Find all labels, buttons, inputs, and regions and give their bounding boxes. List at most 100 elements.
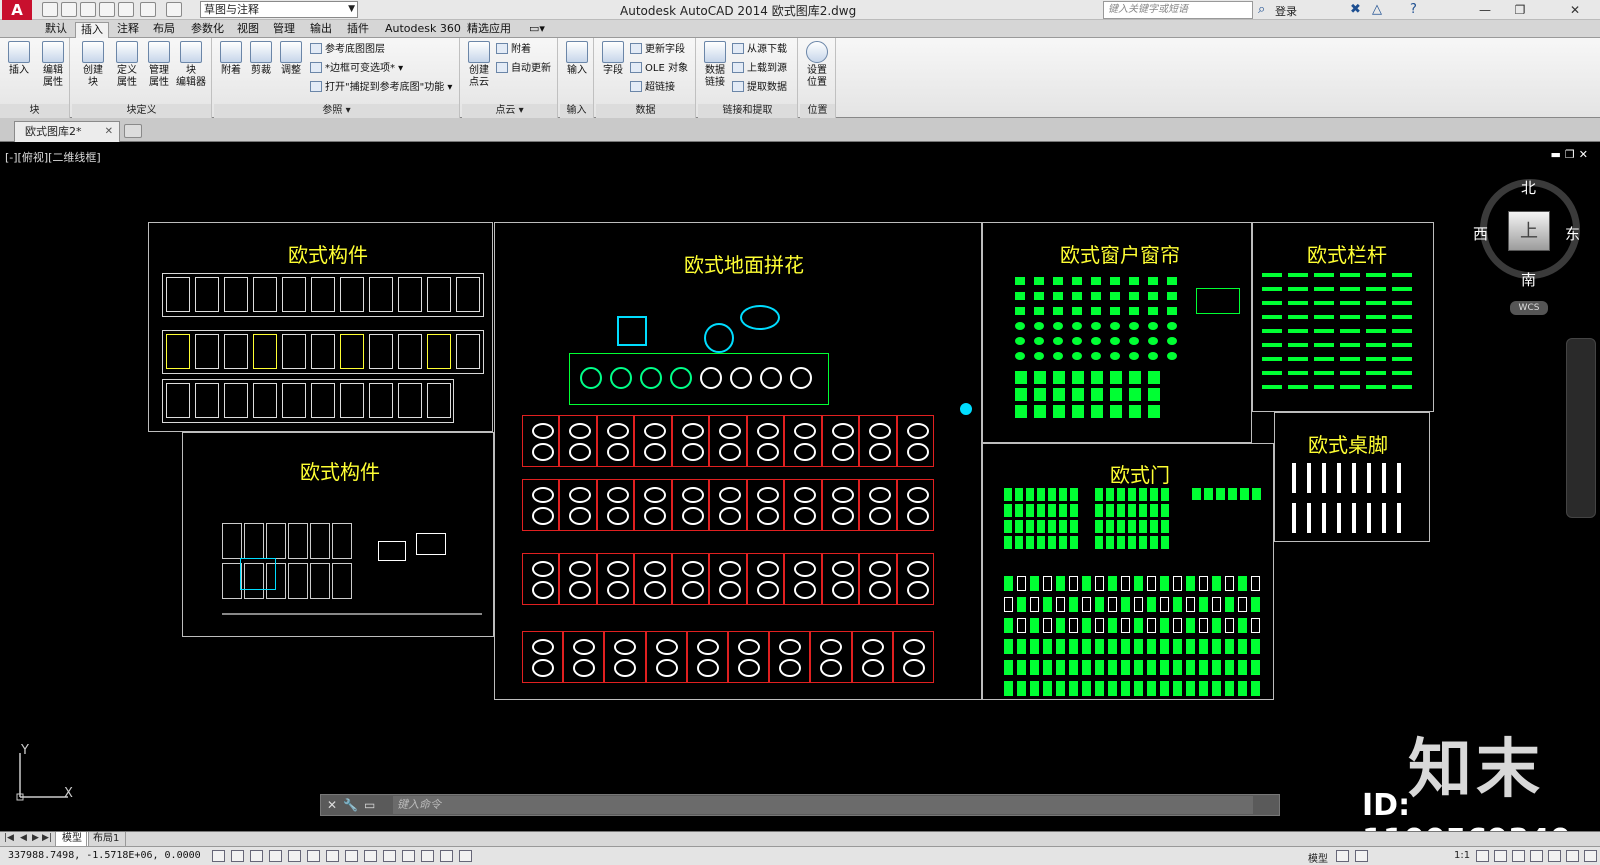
underlay-layers-button[interactable]: 参考底图图层: [310, 42, 385, 57]
transparency-icon[interactable]: [421, 850, 434, 862]
compass-east[interactable]: 东: [1565, 223, 1580, 244]
annotation-scale[interactable]: 1:1: [1454, 850, 1470, 861]
command-line-tools[interactable]: ✕🔧▭: [327, 798, 381, 812]
tab-manage[interactable]: 管理: [268, 22, 300, 38]
hyperlink-button[interactable]: 超链接: [630, 80, 675, 95]
next-tab-icon[interactable]: ▶: [32, 833, 39, 843]
lineweight-icon[interactable]: [402, 850, 415, 862]
command-line[interactable]: ✕🔧▭ 键入命令: [320, 794, 1280, 816]
annotation-visibility-icon[interactable]: [1512, 850, 1525, 862]
group-block-definition-title[interactable]: 块定义: [72, 104, 211, 118]
help-icon[interactable]: ?: [1410, 2, 1417, 17]
import-button[interactable]: 输入: [562, 41, 592, 77]
tab-view[interactable]: 视图: [232, 22, 264, 38]
define-attribute-button[interactable]: 定义 属性: [112, 41, 142, 89]
drawing-canvas[interactable]: [-][俯视][二维线框] ▬❐✕ 欧式构件 欧式构件 欧式地面拼花 欧式窗户窗…: [0, 143, 1600, 831]
command-input[interactable]: 键入命令: [393, 796, 1253, 814]
model-space-toggle[interactable]: 模型: [1308, 850, 1328, 865]
last-tab-icon[interactable]: ▶|: [42, 833, 52, 843]
update-fields-button[interactable]: 更新字段: [630, 42, 685, 57]
compass-north[interactable]: 北: [1521, 177, 1536, 198]
ortho-icon[interactable]: [269, 850, 282, 862]
prev-tab-icon[interactable]: ◀: [20, 833, 27, 843]
download-from-source-button[interactable]: 从源下载: [732, 42, 787, 57]
tab-plugins[interactable]: 插件: [342, 22, 374, 38]
tab-model[interactable]: 模型: [55, 832, 89, 847]
infer-constraints-icon[interactable]: [212, 850, 225, 862]
set-location-button[interactable]: 设置 位置: [802, 41, 832, 89]
tab-layout1[interactable]: 布局1: [86, 832, 127, 847]
polar-icon[interactable]: [288, 850, 301, 862]
group-reference-title[interactable]: 参照 ▾: [214, 104, 459, 118]
dyn-icon[interactable]: [383, 850, 396, 862]
grid-icon[interactable]: [250, 850, 263, 862]
save-icon[interactable]: [80, 2, 96, 17]
group-location-title[interactable]: 位置: [800, 104, 835, 118]
viewport-controls[interactable]: [-][俯视][二维线框]: [5, 149, 101, 165]
viewcube-top-face[interactable]: 上: [1508, 211, 1550, 251]
coordinate-readout[interactable]: 337988.7498, -1.5718E+06, 0.0000: [8, 850, 201, 861]
tab-annotate[interactable]: 注释: [112, 22, 144, 38]
group-data-title[interactable]: 数据: [596, 104, 695, 118]
tab-layout[interactable]: 布局: [148, 22, 180, 38]
group-import-title[interactable]: 输入: [560, 104, 593, 118]
redo-icon[interactable]: [166, 2, 182, 17]
connect-icon[interactable]: △: [1372, 2, 1382, 17]
ducs-icon[interactable]: [364, 850, 377, 862]
tab-autodesk-360[interactable]: Autodesk 360: [380, 22, 466, 38]
create-point-cloud-button[interactable]: 创建 点云: [464, 41, 494, 89]
tab-parametric[interactable]: 参数化: [186, 22, 229, 38]
tab-default[interactable]: 默认: [40, 22, 72, 38]
exchange-icon[interactable]: ✖: [1350, 2, 1361, 17]
lock-icon[interactable]: [1548, 850, 1561, 862]
compass-west[interactable]: 西: [1473, 223, 1488, 244]
ole-object-button[interactable]: OLE 对象: [630, 61, 688, 76]
tab-insert[interactable]: 插入: [75, 22, 109, 38]
snap-icon[interactable]: [231, 850, 244, 862]
search-input[interactable]: 键入关键字或短语: [1103, 1, 1253, 19]
navigation-bar[interactable]: [1566, 338, 1596, 518]
create-block-button[interactable]: 创建 块: [78, 41, 108, 89]
group-block-title[interactable]: 块: [0, 104, 69, 118]
restore-button[interactable]: ❐: [1505, 0, 1535, 20]
open-file-icon[interactable]: [61, 2, 77, 17]
new-file-icon[interactable]: [42, 2, 58, 17]
save-as-icon[interactable]: [99, 2, 115, 17]
workspace-switch-icon[interactable]: [1530, 850, 1543, 862]
print-icon[interactable]: [118, 2, 134, 17]
attach-button[interactable]: 附着: [216, 41, 246, 77]
tab-featured-apps[interactable]: 精选应用: [462, 22, 516, 38]
otrack-icon[interactable]: [345, 850, 358, 862]
isolate-icon[interactable]: [1566, 850, 1579, 862]
undo-icon[interactable]: [140, 2, 156, 17]
group-point-cloud-title[interactable]: 点云 ▾: [462, 104, 557, 118]
workspace-dropdown[interactable]: 草图与注释 ▼: [200, 1, 358, 18]
layout-icon[interactable]: [1336, 850, 1349, 862]
manage-attribute-button[interactable]: 管理 属性: [144, 41, 174, 89]
file-tab[interactable]: 欧式图库2* ✕: [14, 121, 120, 142]
block-editor-button[interactable]: 块 编辑器: [176, 41, 206, 89]
data-link-button[interactable]: 数据 链接: [700, 41, 730, 89]
extract-data-button[interactable]: 提取数据: [732, 80, 787, 95]
close-icon[interactable]: ✕: [105, 122, 113, 141]
ribbon-options-icon[interactable]: ▭▾: [524, 22, 550, 38]
wcs-menu[interactable]: WCS: [1510, 301, 1548, 315]
first-tab-icon[interactable]: |◀: [4, 833, 14, 843]
zoom-icon[interactable]: [1494, 850, 1507, 862]
selection-cycling-icon[interactable]: [459, 850, 472, 862]
minimize-button[interactable]: —: [1470, 0, 1500, 20]
viewport-window-controls[interactable]: ▬❐✕: [1551, 148, 1592, 161]
pointcloud-attach-button[interactable]: 附着: [496, 42, 531, 57]
auto-update-button[interactable]: 自动更新: [496, 61, 551, 76]
frame-variable-dropdown[interactable]: *边框可变选项* ▾: [310, 61, 403, 76]
field-button[interactable]: 字段: [598, 41, 628, 77]
clean-screen-icon[interactable]: [1584, 850, 1597, 862]
compass-south[interactable]: 南: [1521, 269, 1536, 290]
quick-properties-icon[interactable]: [440, 850, 453, 862]
clip-button[interactable]: 剪裁: [246, 41, 276, 77]
upload-to-source-button[interactable]: 上载到源: [732, 61, 787, 76]
insert-block-button[interactable]: 插入: [4, 41, 34, 77]
application-menu-button[interactable]: A: [2, 0, 32, 20]
group-linking-title[interactable]: 链接和提取: [698, 104, 797, 118]
adjust-button[interactable]: 调整: [276, 41, 306, 77]
